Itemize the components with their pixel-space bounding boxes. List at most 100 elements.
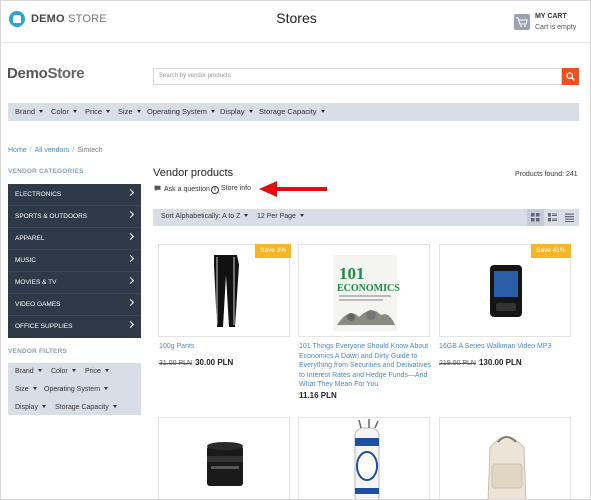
sort-dropdown[interactable]: Sort Alphabetically: A to Z <box>161 213 249 220</box>
category-label: MOVIES & TV <box>15 279 57 286</box>
category-label: OFFICE SUPPLIES <box>15 323 73 330</box>
caret-down-icon <box>299 214 304 217</box>
category-sports-outdoors[interactable]: SPORTS & OUTDOORS <box>8 206 141 228</box>
discount-badge: Save 41% <box>531 244 571 258</box>
chevron-right-icon <box>126 276 135 285</box>
vendor-filter-storage-capacity[interactable]: Storage Capacity <box>55 404 117 411</box>
vendor-filters-heading: VENDOR FILTERS <box>8 348 68 355</box>
caret-down-icon <box>37 369 42 372</box>
cart-icon[interactable] <box>514 14 530 30</box>
search-icon <box>566 72 575 81</box>
grid-icon <box>531 213 540 222</box>
vendor-filter-brand[interactable]: Brand <box>15 368 42 375</box>
caret-down-icon <box>248 110 253 113</box>
pants-image <box>214 255 239 327</box>
chevron-right-icon <box>126 320 135 329</box>
backpack-image <box>487 436 527 499</box>
filter-label: Size <box>15 386 29 393</box>
category-label: APPAREL <box>15 235 45 242</box>
chevron-right-icon <box>126 188 135 197</box>
product-price: 31.00 PLN 30.00 PLN <box>159 358 233 367</box>
vendor-filter-display[interactable]: Display <box>15 404 46 411</box>
filter-size[interactable]: Size <box>118 107 141 116</box>
caret-down-icon <box>211 110 216 113</box>
vendor-products-title: Vendor products <box>153 167 234 179</box>
filter-label: Display <box>220 107 245 116</box>
camera-lens-image <box>207 442 243 486</box>
vendor-categories-heading: VENDOR CATEGORIES <box>8 168 84 175</box>
category-apparel[interactable]: APPAREL <box>8 228 141 250</box>
filter-storage-capacity[interactable]: Storage Capacity <box>259 107 325 116</box>
caret-down-icon <box>104 387 109 390</box>
filter-label: Color <box>51 107 69 116</box>
filter-label: Price <box>85 107 103 116</box>
category-label: ELECTRONICS <box>15 191 62 198</box>
caret-down-icon <box>320 110 325 113</box>
filter-price[interactable]: Price <box>85 107 111 116</box>
category-label: MUSIC <box>15 257 36 264</box>
product-card[interactable] <box>298 417 430 499</box>
product-card[interactable] <box>158 417 290 499</box>
caret-down-icon <box>72 110 77 113</box>
caret-down-icon <box>39 110 44 113</box>
ask-question-label: Ask a question <box>164 186 210 193</box>
search-input[interactable]: Search by vendor products <box>153 68 562 85</box>
sort-label: Sort Alphabetically: A to Z <box>161 213 241 220</box>
per-page-dropdown[interactable]: 12 Per Page <box>257 213 304 220</box>
breadcrumb-all-vendors[interactable]: All vendors <box>35 147 70 154</box>
category-label: SPORTS & OUTDOORS <box>15 213 88 220</box>
page-title: Stores <box>276 10 317 26</box>
page: DEMO STORE Stores MY CART Cart is empty … <box>0 0 591 500</box>
vendor-filter-size[interactable]: Size <box>15 386 37 393</box>
category-video-games[interactable]: VIDEO GAMES <box>8 294 141 316</box>
cart-status: Cart is empty <box>535 24 577 31</box>
list-view-button[interactable] <box>544 209 561 226</box>
category-electronics[interactable]: ELECTRONICS <box>8 184 141 206</box>
current-price: 130.00 PLN <box>478 358 522 367</box>
category-music[interactable]: MUSIC <box>8 250 141 272</box>
product-name-link[interactable]: 100g Pants <box>159 342 289 352</box>
filter-operating-system[interactable]: Operating System <box>147 107 216 116</box>
caret-down-icon <box>41 405 46 408</box>
filter-label: Operating System <box>44 386 101 393</box>
walkman-image <box>490 265 522 317</box>
per-page-label: 12 Per Page <box>257 213 296 220</box>
vendor-filter-color[interactable]: Color <box>51 368 76 375</box>
caret-down-icon <box>32 387 37 390</box>
current-price: 11.16 PLN <box>299 391 337 400</box>
vendor-filter-price[interactable]: Price <box>85 368 109 375</box>
cart-title[interactable]: MY CART <box>535 13 567 20</box>
filter-brand[interactable]: Brand <box>15 107 44 116</box>
product-name-link[interactable]: 101 Things Everyone Should Know About Ec… <box>299 342 434 390</box>
filter-display[interactable]: Display <box>220 107 253 116</box>
filter-label: Brand <box>15 368 34 375</box>
top-bar: DEMO STORE Stores MY CART Cart is empty <box>1 1 590 43</box>
grid-view-button[interactable] <box>527 209 544 226</box>
category-movies-tv[interactable]: MOVIES & TV <box>8 272 141 294</box>
vendor-filters: Brand Color Price Size Operating System … <box>8 363 141 415</box>
filter-label: Operating System <box>147 107 208 116</box>
chevron-right-icon <box>126 254 135 263</box>
brand-logo[interactable]: DemoStore <box>7 65 85 82</box>
caret-down-icon <box>106 110 111 113</box>
category-label: VIDEO GAMES <box>15 301 61 308</box>
breadcrumb-separator: / <box>72 147 75 154</box>
discount-badge: Save 3% <box>255 244 292 258</box>
store-info-label: Store info <box>221 185 251 192</box>
breadcrumb-current: Simtech <box>77 147 103 154</box>
breadcrumb-home[interactable]: Home <box>8 147 27 154</box>
store-info-link[interactable]: i Store info <box>211 185 251 194</box>
product-name-link[interactable]: 16GB A Series Walkman Video MP3 <box>439 342 574 352</box>
filter-color[interactable]: Color <box>51 107 77 116</box>
ask-question-link[interactable]: Ask a question <box>154 185 210 193</box>
compact-list-view-button[interactable] <box>561 209 578 226</box>
list-icon <box>548 213 557 222</box>
search-button[interactable] <box>562 68 579 85</box>
product-card[interactable] <box>439 417 571 499</box>
category-office-supplies[interactable]: OFFICE SUPPLIES <box>8 316 141 338</box>
caret-down-icon <box>244 214 249 217</box>
vendor-filter-operating-system[interactable]: Operating System <box>44 386 109 393</box>
product-card[interactable]: 101 ECONOMICS <box>298 244 430 337</box>
red-arrow-annotation <box>259 181 327 197</box>
chevron-right-icon <box>126 298 135 307</box>
